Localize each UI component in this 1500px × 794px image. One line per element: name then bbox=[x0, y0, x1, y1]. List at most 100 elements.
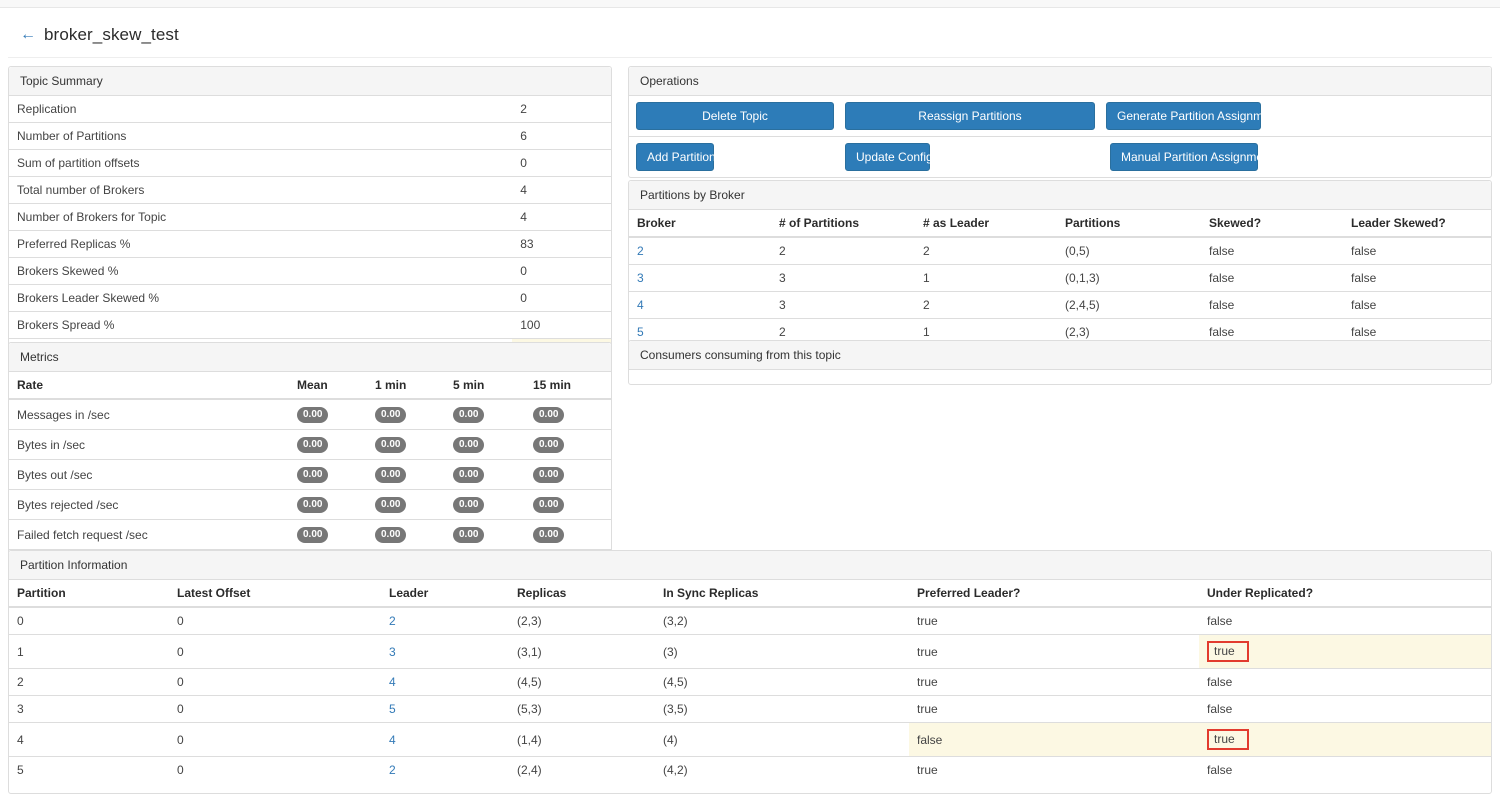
manual-partition-assignments-button[interactable]: Manual Partition Assignments bbox=[1110, 143, 1258, 171]
metrics-value-badge: 0.00 bbox=[375, 437, 406, 453]
topic-summary-value: 4 bbox=[512, 204, 611, 231]
leader-link[interactable]: 2 bbox=[389, 763, 396, 777]
table-row: Replication2 bbox=[9, 96, 611, 123]
partition-information-column-header: Leader bbox=[381, 580, 509, 607]
metrics-value-cell: 0.00 bbox=[525, 520, 611, 550]
consumers-body bbox=[629, 370, 1491, 384]
partitions-by-broker-column-header: Leader Skewed? bbox=[1343, 210, 1491, 237]
topic-summary-label: Brokers Leader Skewed % bbox=[9, 285, 512, 312]
pbb-num-as-leader-cell: 2 bbox=[915, 292, 1057, 319]
metrics-column-header: 15 min bbox=[525, 372, 611, 399]
leader-link[interactable]: 2 bbox=[389, 614, 396, 628]
metrics-value-cell: 0.00 bbox=[289, 399, 367, 430]
replicas-cell: (2,4) bbox=[509, 757, 655, 784]
metrics-value-cell: 0.00 bbox=[367, 520, 445, 550]
leader-cell: 3 bbox=[381, 635, 509, 669]
topic-summary-label: Number of Partitions bbox=[9, 123, 512, 150]
leader-cell: 2 bbox=[381, 757, 509, 784]
reassign-partitions-button[interactable]: Reassign Partitions bbox=[845, 102, 1095, 130]
latest-offset-cell: 0 bbox=[169, 723, 381, 757]
update-config-button[interactable]: Update Config bbox=[845, 143, 930, 171]
broker-link[interactable]: 5 bbox=[637, 325, 644, 339]
metrics-column-header: Mean bbox=[289, 372, 367, 399]
replicas-cell: (2,3) bbox=[509, 607, 655, 635]
preferred-leader-cell: true bbox=[909, 757, 1199, 784]
leader-link[interactable]: 4 bbox=[389, 675, 396, 689]
metrics-value-cell: 0.00 bbox=[367, 490, 445, 520]
metrics-value-badge: 0.00 bbox=[533, 437, 564, 453]
metrics-value-cell: 0.00 bbox=[445, 520, 525, 550]
under-replicated-cell: false bbox=[1199, 607, 1491, 635]
table-row: 103(3,1)(3)truetrue bbox=[9, 635, 1491, 669]
partition-cell: 0 bbox=[9, 607, 169, 635]
pbb-leader-skewed-cell: false bbox=[1343, 265, 1491, 292]
table-row: 002(2,3)(3,2)truefalse bbox=[9, 607, 1491, 635]
table-row: 331(0,1,3)falsefalse bbox=[629, 265, 1491, 292]
page-title: broker_skew_test bbox=[44, 25, 179, 45]
replicas-cell: (3,1) bbox=[509, 635, 655, 669]
metrics-value-badge: 0.00 bbox=[453, 527, 484, 543]
partitions-by-broker-heading: Partitions by Broker bbox=[629, 181, 1491, 210]
broker-link[interactable]: 2 bbox=[637, 244, 644, 258]
pbb-partitions-cell: (2,4,5) bbox=[1057, 292, 1201, 319]
pbb-num-as-leader-cell: 1 bbox=[915, 265, 1057, 292]
leader-link[interactable]: 3 bbox=[389, 645, 396, 659]
metrics-value-cell: 0.00 bbox=[289, 490, 367, 520]
table-row: Bytes in /sec0.000.000.000.00 bbox=[9, 430, 611, 460]
consumers-panel: Consumers consuming from this topic bbox=[628, 340, 1492, 385]
topic-summary-label: Brokers Skewed % bbox=[9, 258, 512, 285]
table-row: Number of Partitions6 bbox=[9, 123, 611, 150]
topic-summary-label: Total number of Brokers bbox=[9, 177, 512, 204]
pbb-skewed-cell: false bbox=[1201, 265, 1343, 292]
metrics-value-cell: 0.00 bbox=[525, 399, 611, 430]
latest-offset-cell: 0 bbox=[169, 635, 381, 669]
metrics-value-badge: 0.00 bbox=[453, 497, 484, 513]
metrics-value-cell: 0.00 bbox=[367, 399, 445, 430]
under-replicated-cell: true bbox=[1199, 635, 1491, 669]
table-row: Bytes out /sec0.000.000.000.00 bbox=[9, 460, 611, 490]
partition-information-column-header: Latest Offset bbox=[169, 580, 381, 607]
metrics-rate-label: Bytes rejected /sec bbox=[9, 490, 289, 520]
latest-offset-cell: 0 bbox=[169, 757, 381, 784]
operations-row-primary: Delete Topic Reassign Partitions Generat… bbox=[629, 96, 1491, 136]
metrics-value-badge: 0.00 bbox=[297, 497, 328, 513]
consumers-heading: Consumers consuming from this topic bbox=[629, 341, 1491, 370]
metrics-value-badge: 0.00 bbox=[453, 407, 484, 423]
operations-row-secondary: Add Partitions Update Config Manual Part… bbox=[629, 136, 1491, 177]
broker-link[interactable]: 4 bbox=[637, 298, 644, 312]
broker-cell: 3 bbox=[629, 265, 771, 292]
operations-panel: Operations Delete Topic Reassign Partiti… bbox=[628, 66, 1492, 178]
table-row: 222(0,5)falsefalse bbox=[629, 237, 1491, 265]
metrics-value-badge: 0.00 bbox=[375, 467, 406, 483]
metrics-heading: Metrics bbox=[9, 343, 611, 372]
generate-partition-assignments-button[interactable]: Generate Partition Assignments bbox=[1106, 102, 1261, 130]
delete-topic-button[interactable]: Delete Topic bbox=[636, 102, 834, 130]
add-partitions-button[interactable]: Add Partitions bbox=[636, 143, 714, 171]
preferred-leader-cell: true bbox=[909, 635, 1199, 669]
metrics-value-badge: 0.00 bbox=[533, 497, 564, 513]
topic-summary-value: 6 bbox=[512, 123, 611, 150]
preferred-leader-cell: true bbox=[909, 607, 1199, 635]
partition-information-column-header: Preferred Leader? bbox=[909, 580, 1199, 607]
pbb-num-partitions-cell: 3 bbox=[771, 292, 915, 319]
leader-link[interactable]: 4 bbox=[389, 733, 396, 747]
under-replicated-alert-box: true bbox=[1207, 729, 1249, 750]
metrics-value-cell: 0.00 bbox=[445, 430, 525, 460]
topic-summary-value: 0 bbox=[512, 285, 611, 312]
leader-cell: 4 bbox=[381, 723, 509, 757]
topic-summary-value: 83 bbox=[512, 231, 611, 258]
pbb-num-partitions-cell: 2 bbox=[771, 237, 915, 265]
table-row: Sum of partition offsets0 bbox=[9, 150, 611, 177]
replicas-cell: (4,5) bbox=[509, 669, 655, 696]
broker-cell: 4 bbox=[629, 292, 771, 319]
in-sync-replicas-cell: (3,2) bbox=[655, 607, 909, 635]
broker-link[interactable]: 3 bbox=[637, 271, 644, 285]
partition-information-heading: Partition Information bbox=[9, 551, 1491, 580]
latest-offset-cell: 0 bbox=[169, 607, 381, 635]
leader-link[interactable]: 5 bbox=[389, 702, 396, 716]
operations-heading: Operations bbox=[629, 67, 1491, 96]
partitions-by-broker-column-header: Partitions bbox=[1057, 210, 1201, 237]
arrow-left-icon[interactable]: ← bbox=[20, 27, 36, 43]
table-row: 204(4,5)(4,5)truefalse bbox=[9, 669, 1491, 696]
partition-information-column-header: In Sync Replicas bbox=[655, 580, 909, 607]
